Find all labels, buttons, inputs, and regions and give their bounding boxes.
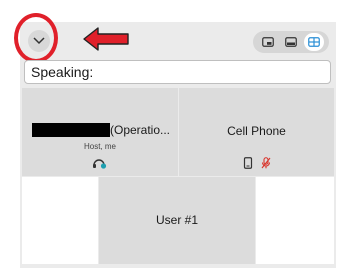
grid-icon: [307, 37, 320, 47]
annotation-arrow-icon: [83, 27, 129, 51]
view-mode-switch[interactable]: [253, 31, 329, 53]
microphone-muted-icon: [261, 157, 270, 169]
participant-name-suffix: (Operatio...: [109, 123, 171, 137]
phone-icon: [243, 157, 252, 169]
empty-tile-slot: [22, 177, 98, 264]
participant-name: User #1: [155, 213, 199, 227]
participant-name: Cell Phone: [227, 124, 286, 138]
picture-in-picture-icon: [262, 37, 275, 47]
participant-tile-cell-phone[interactable]: Cell Phone: [179, 88, 334, 176]
participant-icons: [22, 157, 178, 169]
host-headset-icon: [93, 159, 107, 169]
speaking-indicator: Speaking:: [24, 60, 331, 84]
view-filmstrip-button[interactable]: [281, 33, 301, 51]
participant-tile-user-1[interactable]: User #1: [99, 177, 255, 264]
annotation-circle: [14, 13, 58, 63]
view-grid-button[interactable]: [303, 33, 324, 51]
view-pip-button[interactable]: [258, 33, 278, 51]
filmstrip-icon: [285, 37, 297, 47]
participant-tile-host[interactable]: (Operatio... Host, me: [22, 88, 178, 176]
participant-name: (Operatio...: [30, 123, 172, 137]
participant-icons: [179, 157, 334, 169]
participant-role: Host, me: [83, 142, 116, 151]
redacted-name: [31, 123, 110, 137]
speaking-label: Speaking:: [31, 64, 94, 80]
empty-tile-slot: [256, 177, 334, 264]
